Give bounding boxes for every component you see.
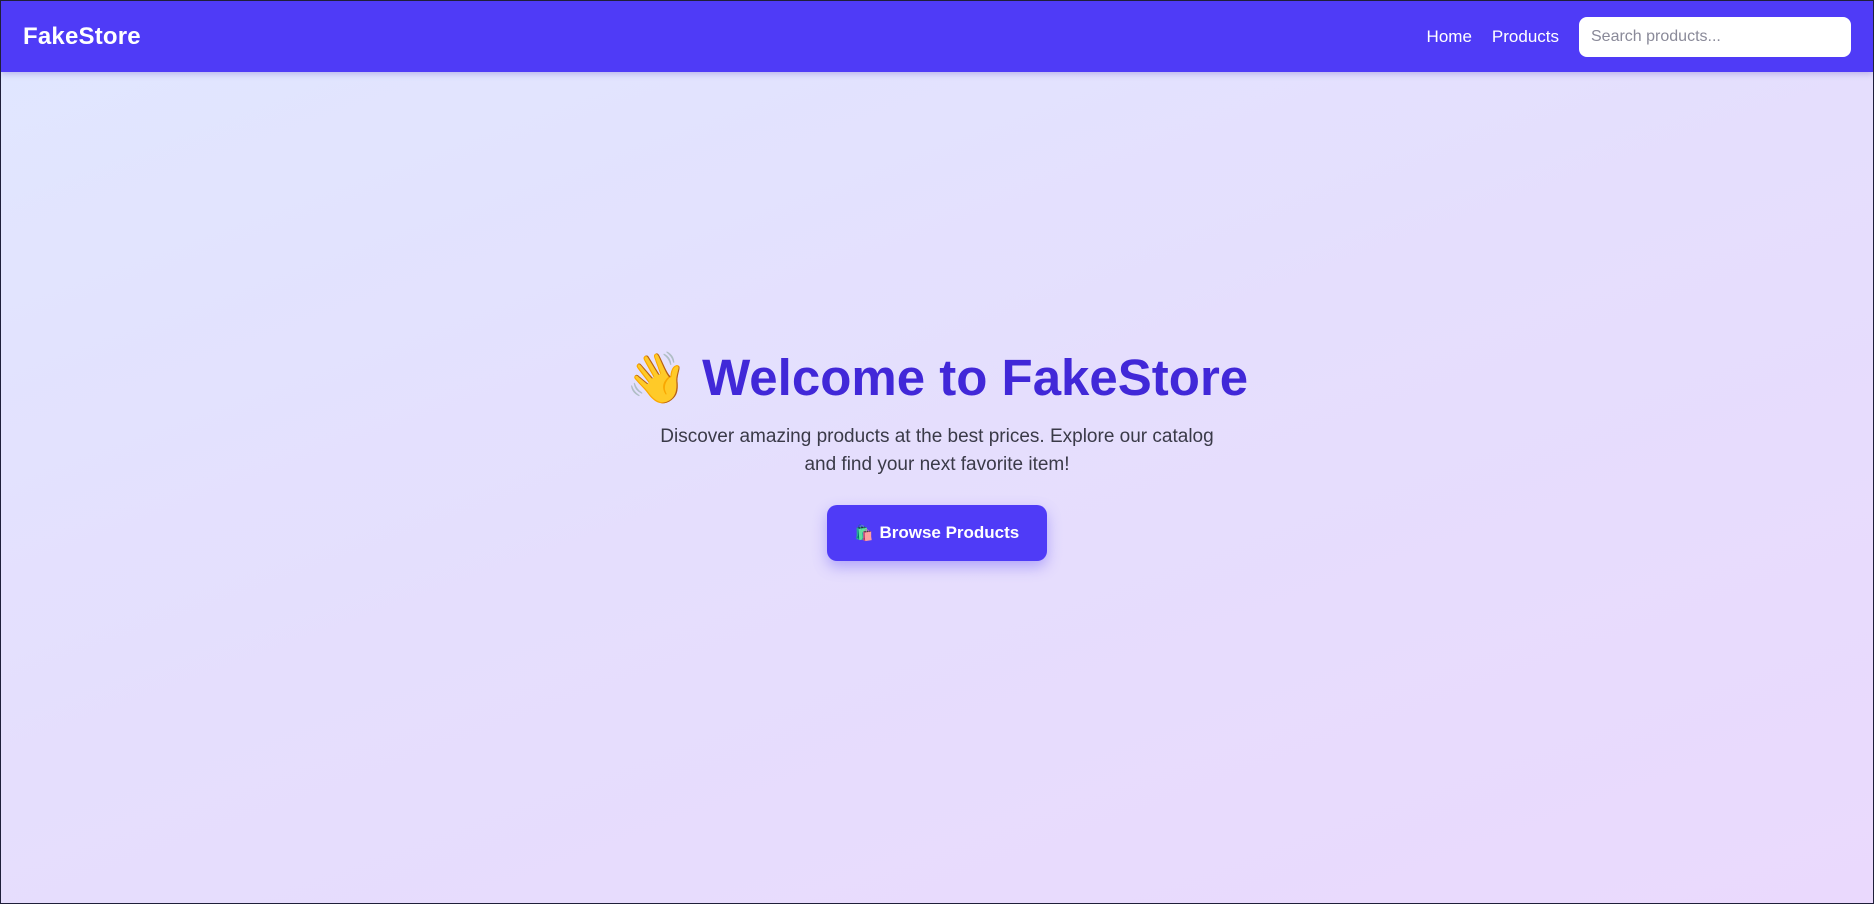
nav-right: Home Products xyxy=(1427,16,1851,57)
nav-link-home[interactable]: Home xyxy=(1427,27,1472,47)
hero-title: 👋 Welcome to FakeStore xyxy=(626,347,1248,409)
browse-products-label: Browse Products xyxy=(879,523,1020,542)
nav-link-products[interactable]: Products xyxy=(1492,27,1559,47)
search-input[interactable] xyxy=(1579,16,1851,57)
waving-hand-icon: 👋 xyxy=(625,350,689,406)
hero: 👋 Welcome to FakeStore Discover amazing … xyxy=(1,347,1873,561)
navbar: FakeStore Home Products xyxy=(1,1,1873,72)
hero-title-text: Welcome to FakeStore xyxy=(702,349,1249,406)
page: FakeStore Home Products 👋 Welcome to Fak… xyxy=(0,0,1874,904)
browse-products-button[interactable]: 🛍️ Browse Products xyxy=(827,505,1047,561)
shopping-bags-icon: 🛍️ xyxy=(854,525,874,542)
hero-description: Discover amazing products at the best pr… xyxy=(660,426,1214,475)
brand-logo[interactable]: FakeStore xyxy=(23,23,141,51)
